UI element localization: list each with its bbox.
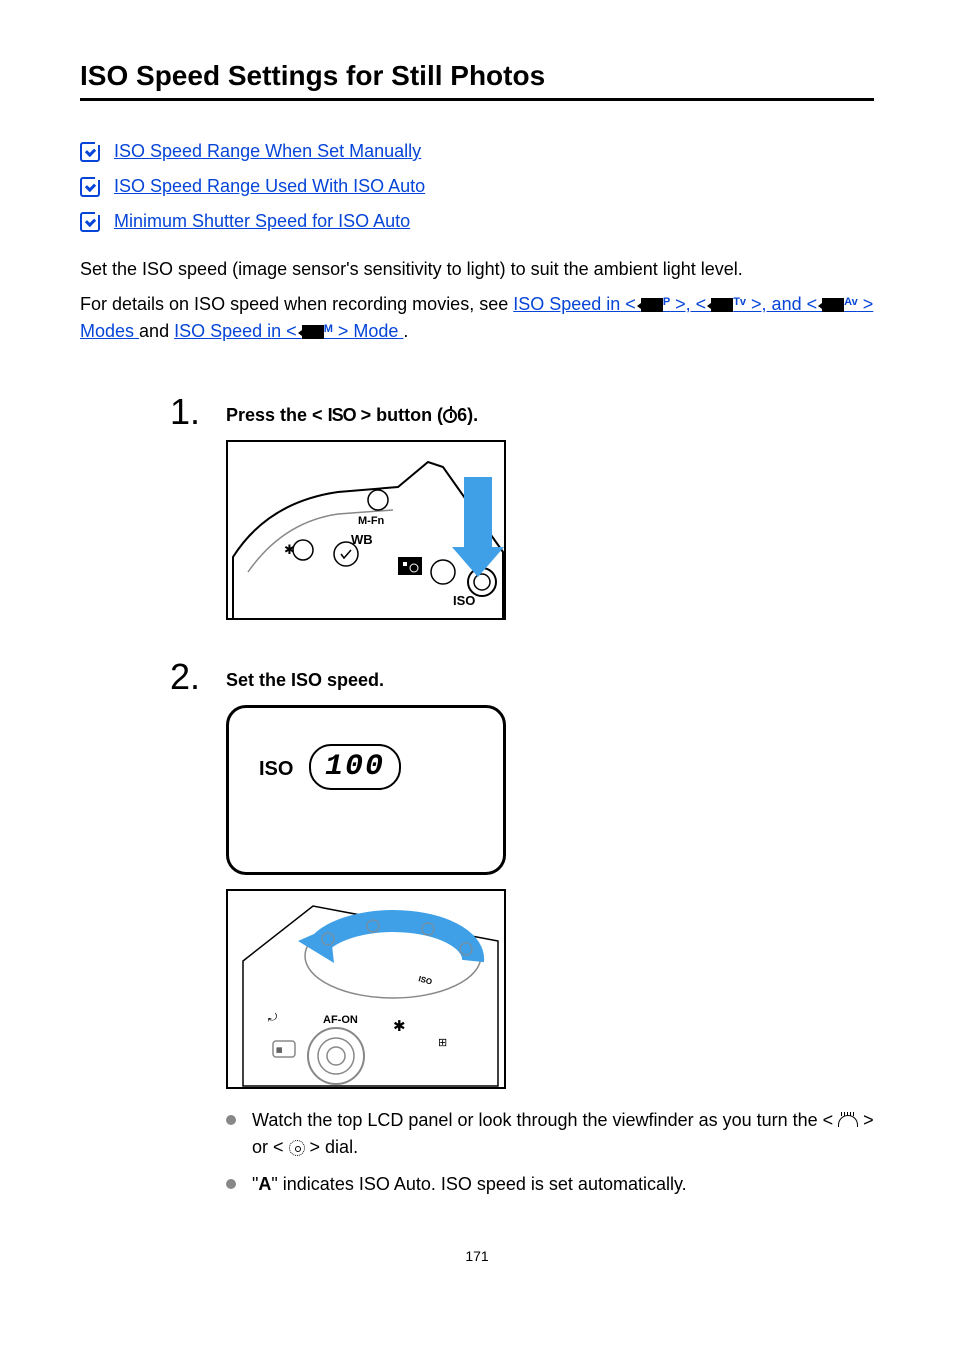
note-iso-auto: "A" indicates ISO Auto. ISO speed is set…	[226, 1171, 874, 1198]
toc-item: Minimum Shutter Speed for ISO Auto	[80, 211, 874, 232]
lcd-iso-label: ISO	[259, 758, 293, 781]
toc-link-auto-range[interactable]: ISO Speed Range Used With ISO Auto	[114, 176, 425, 197]
text: Press the <	[226, 405, 328, 425]
svg-text:AF-ON: AF-ON	[323, 1014, 358, 1026]
svg-text:M-Fn: M-Fn	[358, 515, 385, 527]
link-text: >, and <	[746, 294, 822, 314]
svg-text:⊞: ⊞	[438, 1037, 447, 1049]
svg-text:WB: WB	[351, 532, 373, 547]
link-text: >, <	[670, 294, 711, 314]
mode-av-superscript: Av	[844, 296, 858, 308]
step-1: 1. Press the < ISO > button (6). M-Fn ✱ …	[170, 405, 874, 620]
step-number: 1.	[170, 391, 200, 433]
movie-icon	[822, 298, 844, 312]
link-text: > Mode	[333, 321, 399, 341]
timer-number: 6	[457, 405, 467, 425]
intro-text: For details on ISO speed when recording …	[80, 294, 513, 314]
note-watch-lcd: Watch the top LCD panel or look through …	[226, 1107, 874, 1161]
intro-text: .	[403, 321, 408, 341]
illustration-iso-button: M-Fn ✱ WB ISO	[226, 440, 506, 620]
page-title: ISO Speed Settings for Still Photos	[80, 60, 874, 101]
iso-icon: ISO	[328, 405, 356, 425]
step-number: 2.	[170, 656, 200, 698]
steps-list: 1. Press the < ISO > button (6). M-Fn ✱ …	[170, 405, 874, 1198]
text: Watch the top LCD panel or look through …	[252, 1110, 838, 1130]
link-text: ISO Speed in <	[513, 294, 641, 314]
lcd-iso-value: 100	[309, 744, 401, 790]
quick-control-dial-icon	[289, 1140, 305, 1156]
page-number: 171	[80, 1248, 874, 1264]
text: " indicates ISO Auto. ISO speed is set a…	[271, 1174, 686, 1194]
step-2: 2. Set the ISO speed. ISO 100 ISO	[170, 670, 874, 1198]
check-icon	[80, 212, 100, 232]
step-1-title: Press the < ISO > button ( 6).	[226, 405, 874, 426]
step-2-notes: Watch the top LCD panel or look through …	[226, 1107, 874, 1198]
svg-text:▦: ▦	[276, 1047, 283, 1054]
mode-tv-superscript: Tv	[733, 296, 746, 308]
illustration-lcd-panel: ISO 100	[226, 705, 506, 875]
intro-paragraph-2: For details on ISO speed when recording …	[80, 291, 874, 345]
timer-icon	[443, 409, 457, 423]
step-2-title: Set the ISO speed.	[226, 670, 874, 691]
movie-icon	[711, 298, 733, 312]
movie-icon	[302, 325, 324, 339]
link-text: ISO Speed in <	[174, 321, 302, 341]
movie-icon	[641, 298, 663, 312]
intro-paragraph-1: Set the ISO speed (image sensor's sensit…	[80, 256, 874, 283]
text: ).	[467, 405, 478, 425]
svg-text:ISO: ISO	[453, 593, 475, 608]
mode-m-superscript: M	[324, 323, 333, 335]
link-iso-movie-m-mode[interactable]: ISO Speed in < M > Mode	[174, 321, 403, 341]
text: > button (	[356, 405, 443, 425]
check-icon	[80, 142, 100, 162]
intro-text: and	[139, 321, 174, 341]
mode-p-superscript: P	[663, 296, 670, 308]
illustration-dial: ISO ▦ ⤾ AF-ON ✱ ⊞	[226, 889, 506, 1089]
main-dial-icon	[838, 1115, 858, 1127]
toc-link-manual-range[interactable]: ISO Speed Range When Set Manually	[114, 141, 421, 162]
svg-text:✱: ✱	[393, 1018, 406, 1035]
toc-link-min-shutter[interactable]: Minimum Shutter Speed for ISO Auto	[114, 211, 410, 232]
table-of-contents: ISO Speed Range When Set Manually ISO Sp…	[80, 141, 874, 232]
check-icon	[80, 177, 100, 197]
text: > dial.	[305, 1137, 359, 1157]
auto-a-icon: A	[258, 1174, 271, 1194]
svg-text:✱: ✱	[284, 542, 295, 557]
toc-item: ISO Speed Range Used With ISO Auto	[80, 176, 874, 197]
svg-text:⤾: ⤾	[268, 1012, 277, 1024]
toc-item: ISO Speed Range When Set Manually	[80, 141, 874, 162]
